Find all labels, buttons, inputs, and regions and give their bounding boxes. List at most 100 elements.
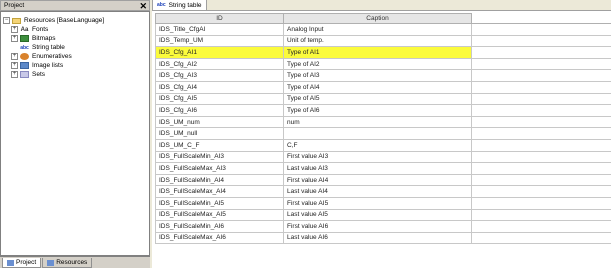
- cell-empty: [471, 127, 611, 140]
- cell-empty: [471, 104, 611, 117]
- cell-caption[interactable]: [283, 127, 472, 140]
- tree-item-label: Bitmaps: [32, 35, 56, 42]
- cell-id[interactable]: IDS_Cfg_AI3: [155, 69, 284, 82]
- cell-id[interactable]: IDS_FullScaleMax_AI3: [155, 162, 284, 175]
- table-row[interactable]: IDS_Cfg_AI2 Type of AI2: [155, 57, 611, 71]
- cell-caption[interactable]: Type of AI2: [283, 57, 472, 71]
- string-table-editor: abc String table ID Caption IDS_Title_Cf…: [152, 0, 611, 268]
- cell-empty: [471, 80, 611, 94]
- tab-label: Project: [16, 259, 37, 266]
- cell-empty: [471, 23, 611, 36]
- document-tabs: abc String table: [152, 0, 611, 11]
- tree-item[interactable]: − Resources [BaseLanguage]: [3, 16, 147, 25]
- table-row[interactable]: IDS_UM_C_F C,F: [155, 138, 611, 152]
- table-row[interactable]: IDS_FullScaleMin_AI5 First value AI5: [155, 196, 611, 210]
- tab-resources[interactable]: Resources: [42, 258, 93, 268]
- collapse-icon[interactable]: −: [3, 17, 10, 24]
- tab-label: String table: [168, 1, 202, 9]
- column-header-empty: [471, 13, 611, 24]
- table-row[interactable]: IDS_FullScaleMax_AI3 Last value AI3: [155, 162, 611, 175]
- expand-icon[interactable]: +: [11, 62, 18, 69]
- cell-id[interactable]: IDS_Cfg_AI4: [155, 80, 284, 94]
- string-grid[interactable]: ID Caption IDS_Title_CfgAI Analog Input ID…: [155, 13, 611, 245]
- expand-icon[interactable]: +: [11, 53, 18, 60]
- cell-id[interactable]: IDS_FullScaleMin_AI5: [155, 196, 284, 210]
- cell-empty: [471, 92, 611, 106]
- tree-item[interactable]: + Bitmaps: [3, 34, 147, 43]
- table-row[interactable]: IDS_UM_null: [155, 127, 611, 140]
- expand-icon[interactable]: +: [11, 71, 18, 78]
- cell-caption[interactable]: First value AI6: [283, 220, 472, 233]
- tree-item[interactable]: + Aa Fonts: [3, 25, 147, 34]
- column-header-id[interactable]: ID: [155, 13, 284, 24]
- cell-id[interactable]: IDS_Cfg_AI2: [155, 57, 284, 71]
- cell-caption[interactable]: Type of AI1: [283, 46, 472, 59]
- table-row[interactable]: IDS_Cfg_AI3 Type of AI3: [155, 69, 611, 82]
- cell-caption[interactable]: First value AI4: [283, 173, 472, 187]
- bitmaps-icon: [20, 35, 29, 42]
- expand-icon[interactable]: +: [11, 35, 18, 42]
- table-row[interactable]: IDS_Cfg_AI4 Type of AI4: [155, 80, 611, 94]
- cell-id[interactable]: IDS_FullScaleMin_AI6: [155, 220, 284, 233]
- tree-item-label: Image lists: [32, 62, 64, 69]
- tree-item-label: String table: [32, 44, 65, 51]
- close-icon[interactable]: ✕: [139, 1, 147, 11]
- resources-tab-icon: [47, 259, 55, 266]
- cell-id[interactable]: IDS_FullScaleMin_AI4: [155, 173, 284, 187]
- project-tree[interactable]: − Resources [BaseLanguage] + Aa Fonts + Bitmap…: [0, 11, 150, 256]
- table-row[interactable]: IDS_FullScaleMin_AI3 First value AI3: [155, 150, 611, 164]
- table-row[interactable]: IDS_UM_num num: [155, 115, 611, 129]
- table-row[interactable]: IDS_FullScaleMax_AI6 Last value AI6: [155, 231, 611, 245]
- cell-id[interactable]: IDS_Title_CfgAI: [155, 23, 284, 36]
- cell-id[interactable]: IDS_FullScaleMax_AI6: [155, 231, 284, 245]
- cell-caption[interactable]: Type of AI4: [283, 80, 472, 94]
- tree-item[interactable]: abc String table: [3, 43, 147, 52]
- column-header-caption[interactable]: Caption: [283, 13, 472, 24]
- cell-id[interactable]: IDS_FullScaleMax_AI4: [155, 185, 284, 198]
- cell-id[interactable]: IDS_UM_num: [155, 115, 284, 129]
- cell-empty: [471, 115, 611, 129]
- table-row[interactable]: IDS_Cfg_AI1 Type of AI1: [155, 46, 611, 59]
- tree-item[interactable]: + Image lists: [3, 61, 147, 70]
- table-row[interactable]: IDS_Cfg_AI5 Type of AI5: [155, 92, 611, 106]
- cell-caption[interactable]: Type of AI5: [283, 92, 472, 106]
- cell-id[interactable]: IDS_Cfg_AI5: [155, 92, 284, 106]
- cell-id[interactable]: IDS_UM_null: [155, 127, 284, 140]
- cell-empty: [471, 208, 611, 222]
- cell-caption[interactable]: Type of AI6: [283, 104, 472, 117]
- tree-item[interactable]: + Enumeratives: [3, 52, 147, 61]
- cell-id[interactable]: IDS_Cfg_AI1: [155, 46, 284, 59]
- table-row[interactable]: IDS_Title_CfgAI Analog Input: [155, 23, 611, 36]
- cell-caption[interactable]: Last value AI3: [283, 162, 472, 175]
- cell-empty: [471, 173, 611, 187]
- cell-empty: [471, 46, 611, 59]
- tree-item[interactable]: + Sets: [3, 70, 147, 79]
- cell-caption[interactable]: Unit of temp.: [283, 34, 472, 48]
- cell-caption[interactable]: First value AI5: [283, 196, 472, 210]
- cell-id[interactable]: IDS_Temp_UM: [155, 34, 284, 48]
- cell-id[interactable]: IDS_FullScaleMax_AI5: [155, 208, 284, 222]
- cell-empty: [471, 231, 611, 245]
- cell-caption[interactable]: C,F: [283, 138, 472, 152]
- cell-caption[interactable]: First value AI3: [283, 150, 472, 164]
- cell-caption[interactable]: Last value AI6: [283, 231, 472, 245]
- tree-item-label: Fonts: [32, 26, 49, 33]
- table-row[interactable]: IDS_Temp_UM Unit of temp.: [155, 34, 611, 48]
- cell-caption[interactable]: num: [283, 115, 472, 129]
- table-row[interactable]: IDS_FullScaleMin_AI4 First value AI4: [155, 173, 611, 187]
- cell-id[interactable]: IDS_UM_C_F: [155, 138, 284, 152]
- table-row[interactable]: IDS_FullScaleMax_AI5 Last value AI5: [155, 208, 611, 222]
- cell-id[interactable]: IDS_FullScaleMin_AI3: [155, 150, 284, 164]
- tab-string-table[interactable]: abc String table: [152, 0, 207, 10]
- table-row[interactable]: IDS_FullScaleMax_AI4 Last value AI4: [155, 185, 611, 198]
- expand-icon[interactable]: +: [11, 26, 18, 33]
- cell-caption[interactable]: Analog Input: [283, 23, 472, 36]
- table-row[interactable]: IDS_FullScaleMin_AI6 First value AI6: [155, 220, 611, 233]
- cell-caption[interactable]: Last value AI5: [283, 208, 472, 222]
- cell-caption[interactable]: Type of AI3: [283, 69, 472, 82]
- tab-project[interactable]: Project: [2, 258, 42, 268]
- project-panel-header: Project ✕: [0, 0, 150, 11]
- cell-id[interactable]: IDS_Cfg_AI6: [155, 104, 284, 117]
- cell-caption[interactable]: Last value AI4: [283, 185, 472, 198]
- table-row[interactable]: IDS_Cfg_AI6 Type of AI6: [155, 104, 611, 117]
